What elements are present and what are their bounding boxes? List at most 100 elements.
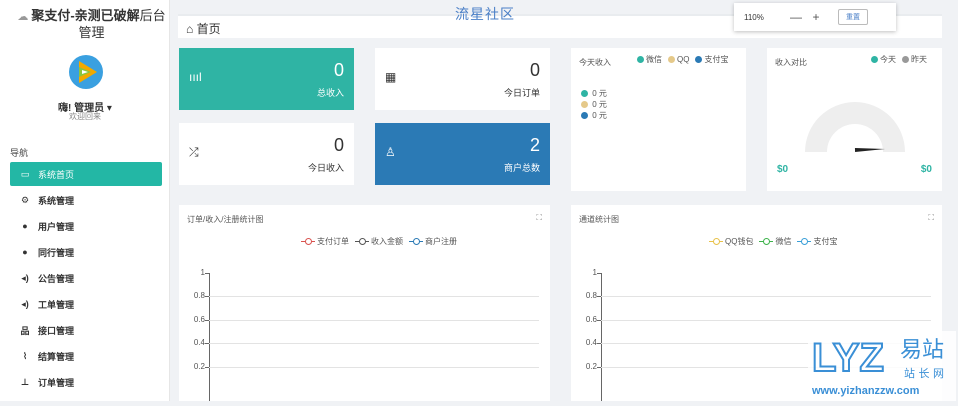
zoom-reset-button[interactable]: 重置 — [838, 9, 868, 25]
sidebar-menu: ▭ 系统首页 ⚙ 系统管理 ● 用户管理 ● 同行管理 ◂) 公告管理 ◂) 工单管理品接口管理 ⌇ 结算… — [10, 162, 162, 396]
y-tick-label: 0.8 — [585, 291, 597, 301]
svg-text:易站: 易站 — [900, 338, 944, 363]
breadcrumb-home[interactable]: ⌂ 首页 — [186, 20, 221, 37]
shuffle-icon: ⤮ — [189, 145, 199, 159]
legend-yesterday[interactable]: 昨天 — [902, 54, 927, 65]
panel-title: 今天收入 — [579, 58, 611, 67]
sidebar-item[interactable]: ● 用户管理 — [10, 214, 162, 238]
chart-plot: 1 0.8 0.6 0.4 0.2 — [179, 205, 550, 401]
sidebar-item-label: 同行管理 — [38, 247, 75, 258]
zoom-in-button[interactable]: + — [806, 10, 826, 24]
svg-text:站 长 网: 站 长 网 — [904, 366, 944, 380]
nav-header: 导航 — [10, 148, 29, 158]
zoom-out-button[interactable]: — — [786, 10, 806, 24]
menu-icon: ◂) — [21, 298, 29, 309]
menu-icon: ⚙ — [20, 194, 30, 205]
tile-label: 商户总数 — [503, 163, 540, 173]
y-tick-label: 0.8 — [193, 291, 205, 301]
compare-legend: 今天 昨天 — [871, 54, 927, 65]
sidebar-item[interactable]: ◂) 公告管理 — [10, 266, 162, 290]
menu-icon: ⌇ — [22, 350, 28, 361]
sidebar-item-label: 系统首页 — [38, 169, 75, 180]
svg-text:LYZ: LYZ — [812, 336, 884, 380]
y-axis — [209, 273, 210, 401]
tile-label: 今日订单 — [503, 88, 540, 98]
list-item: 0 元 — [581, 110, 607, 121]
page-title: 首页 — [196, 22, 221, 36]
y-tick-label: 0.6 — [193, 314, 205, 324]
menu-icon: ● — [22, 247, 28, 257]
menu-icon: ● — [22, 221, 28, 231]
grid-line — [601, 296, 931, 298]
income-list: 0 元 0 元 0 元 — [581, 88, 607, 121]
chart-orders-panel: 订单/收入/注册统计图 ⛶ 支付订单 收入金额 商户注册 1 0.8 0.6 0.4 0… — [179, 205, 550, 401]
zoom-level: 110% — [744, 12, 764, 22]
sidebar-item[interactable]: ⌇ 结算管理 — [10, 344, 162, 368]
sidebar-item[interactable]: ⚙ 系统管理 — [10, 188, 162, 212]
tile-total-income: ıııl 0 总收入 — [179, 48, 354, 110]
y-axis — [601, 273, 602, 401]
menu-icon: ⊥ — [20, 376, 30, 387]
tile-today-income: ⤮ 0 今日收入 — [179, 123, 354, 185]
svg-text:www.yizhanzzw.com: www.yizhanzzw.com — [811, 385, 920, 397]
tile-value: 0 — [333, 60, 344, 80]
grid-line — [601, 319, 931, 321]
sidebar-item-label: 用户管理 — [38, 221, 75, 232]
sidebar-item-label: 系统管理 — [38, 195, 75, 206]
today-income-legend: 微信 QQ 支付宝 — [637, 54, 728, 65]
tile-value: 0 — [529, 60, 540, 80]
menu-icon: ◂) — [21, 272, 29, 283]
grid-line — [209, 343, 539, 345]
gauge-left-value: $0 — [777, 164, 789, 175]
menu-icon: ▭ — [20, 168, 30, 179]
y-tick-label: 0.4 — [585, 338, 597, 348]
y-tick — [597, 273, 601, 274]
today-income-panel: 今天收入 微信 QQ 支付宝 0 元 0 元 0 元 — [571, 48, 746, 191]
grid-line — [209, 319, 539, 321]
gauge-chart — [805, 102, 905, 152]
list-item: 0 元 — [581, 88, 607, 99]
sidebar-item[interactable]: ● 同行管理 — [10, 240, 162, 264]
y-tick-label: 1 — [592, 268, 597, 277]
panel-title: 收入对比 — [775, 58, 807, 67]
bar-chart-icon: ıııl — [189, 70, 202, 84]
zoom-popup: 110% — + 重置 — [734, 3, 896, 31]
list-item: 0 元 — [581, 99, 607, 110]
legend-qq[interactable]: QQ — [668, 55, 689, 64]
forum-watermark: 流星社区 — [455, 6, 515, 22]
tile-today-orders: ▦ 0 今日订单 — [375, 48, 550, 110]
menu-icon: 品 — [20, 325, 30, 336]
grid-line — [209, 366, 539, 368]
tile-label: 总收入 — [316, 88, 344, 98]
welcome-text: 欢迎回来 — [69, 112, 101, 121]
app-title: ☁ 聚支付-亲测已破解后台管理 — [17, 8, 166, 40]
tile-label: 今日收入 — [307, 163, 344, 173]
home-icon: ⌂ — [186, 22, 194, 36]
legend-today[interactable]: 今天 — [871, 54, 896, 65]
sidebar-item-label: 接口管理 — [38, 325, 75, 336]
site-watermark-logo: LYZ 易站 站 长 网 www.yizhanzzw.com — [808, 331, 956, 401]
legend-alipay[interactable]: 支付宝 — [695, 54, 728, 65]
y-tick — [205, 273, 209, 274]
cloud-icon: ☁ — [17, 11, 29, 23]
sidebar-item-label: 结算管理 — [38, 351, 75, 362]
income-compare-panel: 收入对比 今天 昨天 $0 $0 — [767, 48, 942, 191]
tencent-video-logo — [69, 55, 103, 89]
sidebar-item-label: 订单管理 — [38, 377, 75, 388]
calendar-icon: ▦ — [385, 70, 397, 84]
sidebar: ☁ 聚支付-亲测已破解后台管理 嗨! 管理员 ▾ 欢迎回来 导航 ▭ 系统首页 ⚙ 系统… — [0, 0, 170, 401]
y-tick-label: 1 — [200, 268, 205, 277]
y-tick-label: 0.4 — [193, 338, 205, 348]
sidebar-item[interactable]: ⊥ 订单管理 — [10, 370, 162, 394]
gauge-right-value: $0 — [920, 164, 932, 175]
tile-merchant-total: ♙ 2 商户总数 — [375, 123, 550, 185]
tile-value: 2 — [529, 135, 540, 155]
sidebar-item-label: 公告管理 — [38, 273, 75, 284]
sidebar-item[interactable]: 品接口管理 — [10, 318, 162, 342]
sidebar-item-label: 工单管理 — [38, 299, 75, 310]
legend-wechat[interactable]: 微信 — [637, 54, 662, 65]
sidebar-item[interactable]: ◂) 工单管理 — [10, 292, 162, 316]
sidebar-item[interactable]: ▭ 系统首页 — [10, 162, 162, 186]
grid-line — [209, 296, 539, 298]
y-tick-label: 0.2 — [193, 361, 205, 371]
